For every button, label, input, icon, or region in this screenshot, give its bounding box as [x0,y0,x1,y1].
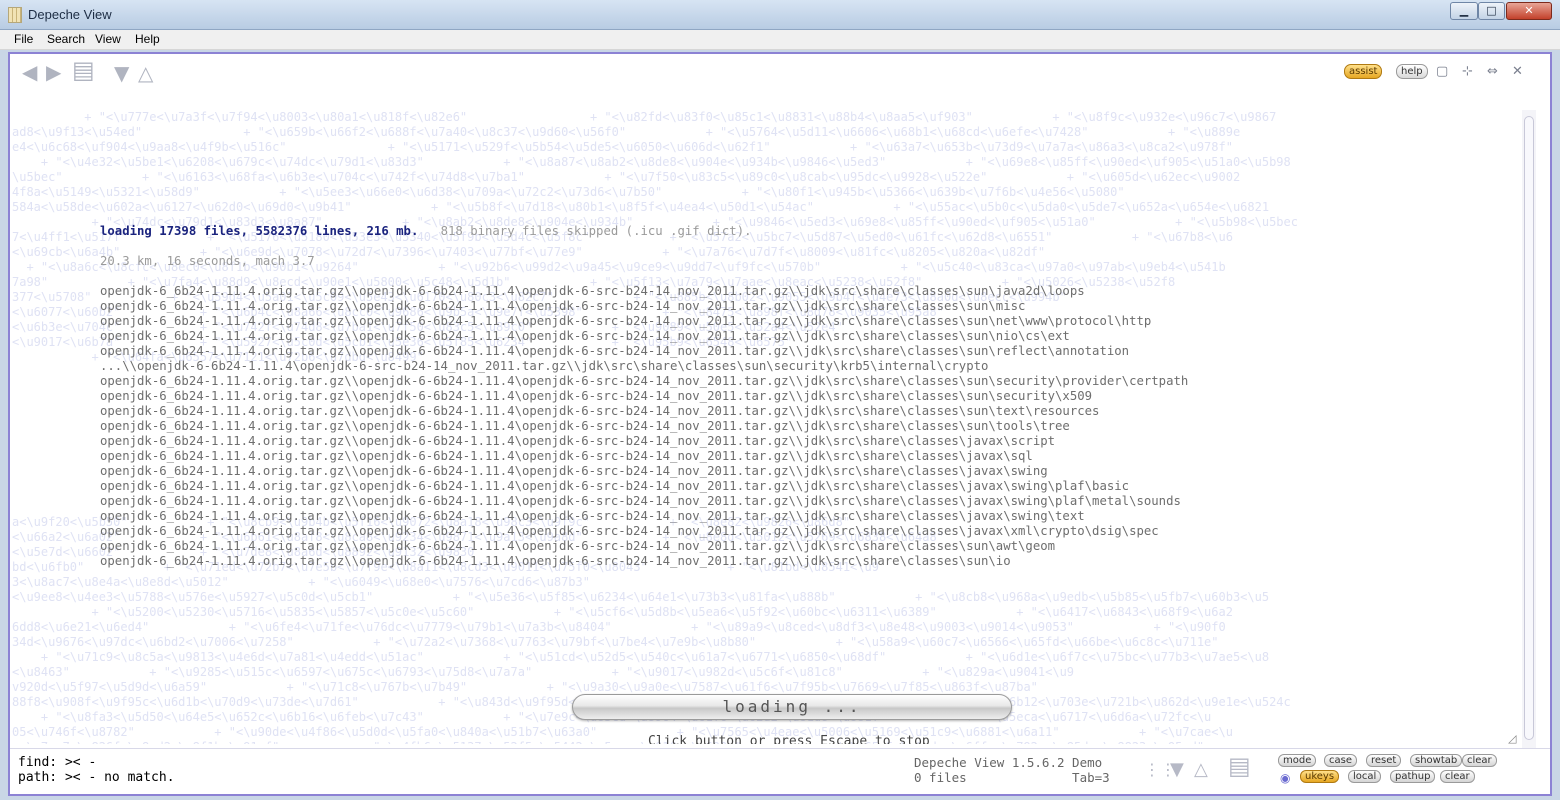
background-code-line: 34d<\u9676<\u97dc<\u6bd2<\u7006<\u7258" … [12,635,1219,649]
path-line[interactable]: ...\\openjdk-6-6b24-1.11.4\openjdk-6-src… [100,359,988,374]
path-line[interactable]: openjdk-6_6b24-1.11.4.orig.tar.gz\\openj… [100,509,1085,524]
minimize-button[interactable]: ▁ [1450,2,1478,20]
menu-help[interactable]: Help [135,32,160,46]
ukeys-button[interactable]: ukeys [1300,770,1340,783]
path-line[interactable]: openjdk-6_6b24-1.11.4.orig.tar.gz\\openj… [100,299,1025,314]
resize-grip-icon[interactable]: ◿ [1508,732,1522,745]
loading-summary: loading 17398 files, 5582376 lines, 216 … [100,224,419,238]
path-line[interactable]: openjdk-6_6b24-1.11.4.orig.tar.gz\\openj… [100,524,1159,539]
path-line[interactable]: openjdk-6_6b24-1.11.4.orig.tar.gz\\openj… [100,554,1011,569]
reset-button[interactable]: reset [1366,754,1402,767]
showtab-button[interactable]: showtab [1410,754,1463,767]
main-frame: ◀ ▶ ▤ ▼ △ assist help ▢ ⊹ ⇔ ✕ + "<\u777e… [8,52,1552,796]
background-code-line: <\u8463" + "<\u9285<\u515c<\u6597<\u675c… [12,665,1075,679]
background-code-line: v920d<\u5f97<\u5d9d<\u6a59" + "<\u71c8<\… [12,680,1038,694]
path-line[interactable]: openjdk-6_6b24-1.11.4.orig.tar.gz\\openj… [100,344,1129,359]
scroll-up-icon[interactable]: △ [138,63,153,83]
list-view-icon[interactable]: ▤ [1228,754,1251,778]
local-button[interactable]: local [1348,770,1382,783]
background-code-line: + "<\u5200<\u5230<\u5716<\u5835<\u5857<\… [12,605,1233,619]
background-code-line: 3<\u8ac7<\u8e4a<\u8e8d<\u5012" + "<\u604… [12,575,590,589]
back-arrow-icon[interactable]: ◀ [22,62,37,82]
menu-search[interactable]: Search [47,32,85,46]
mode-button[interactable]: mode [1278,754,1317,767]
chat-icon[interactable]: ◉ [1280,769,1290,787]
path-line[interactable]: openjdk-6_6b24-1.11.4.orig.tar.gz\\openj… [100,434,1055,449]
path-line[interactable]: openjdk-6_6b24-1.11.4.orig.tar.gz\\openj… [100,389,1092,404]
text-view[interactable]: + "<\u777e<\u7a3f<\u7f94<\u8003<\u80a1<\… [12,90,1522,744]
list-view-icon[interactable]: ▤ [72,58,95,82]
close-pane-icon[interactable]: ✕ [1512,64,1523,79]
find-field[interactable]: find: >< - [18,755,96,770]
title-bar: Depeche View ▁ □ ✕ [0,0,1560,30]
background-code-line: + "<\u4e32<\u5be1<\u6208<\u679c<\u74dc<\… [12,155,1291,169]
case-button[interactable]: case [1324,754,1357,767]
scroll-down-icon[interactable]: ▼ [1170,761,1184,779]
background-code-line: ad8<\u9f13<\u54ed" + "<\u659b<\u66f2<\u6… [12,125,1241,139]
background-code-line: 584a<\u58de<\u602a<\u6127<\u62d0<\u69d0<… [12,200,1270,214]
path-line[interactable]: openjdk-6_6b24-1.11.4.orig.tar.gz\\openj… [100,494,1181,509]
tab-setting: Tab=3 [1072,770,1110,785]
background-code-line: 6dd8<\u6e21<\u6ed4" + "<\u6fe4<\u71fe<\u… [12,620,1226,634]
assist-button[interactable]: assist [1344,64,1383,79]
version-label: Depeche View 1.5.6.2 Demo [914,755,1103,770]
path-line[interactable]: openjdk-6_6b24-1.11.4.orig.tar.gz\\openj… [100,404,1099,419]
path-field[interactable]: path: >< - no match. [18,770,175,785]
expand-icon[interactable]: ⊹ [1462,64,1473,79]
escape-hint: Click button or press Escape to stop [648,734,930,744]
loading-label: loading ... [722,697,862,716]
background-code-line: 05<\u746f<\u8782" + "<\u90de<\u4f86<\u5d… [12,725,1233,739]
stats-line: 20.3 km, 16 seconds, mach 3.7 [100,254,315,268]
window-title: Depeche View [28,7,112,22]
file-count: 0 files [914,770,967,785]
close-button[interactable]: ✕ [1506,2,1552,20]
pathup-button[interactable]: pathup [1390,770,1436,783]
path-line[interactable]: openjdk-6_6b24-1.11.4.orig.tar.gz\\openj… [100,539,1055,554]
menu-view[interactable]: View [95,32,121,46]
background-code-line: + "<\u777e<\u7a3f<\u7f94<\u8003<\u80a1<\… [12,110,1277,124]
menu-bar: File Search View Help [0,30,1560,50]
clear-button[interactable]: clear [1462,754,1497,767]
background-code-line: x<\u7ce7<\u826f<\u8ad2<\u8f1b<\u91cf" + … [12,740,1204,744]
clear-path-button[interactable]: clear [1440,770,1475,783]
background-code-line: <\u9ee8<\u4ee3<\u5788<\u576e<\u5927<\u5c… [12,590,1270,604]
vertical-scrollbar[interactable] [1522,110,1536,750]
path-line[interactable]: openjdk-6_6b24-1.11.4.orig.tar.gz\\openj… [100,314,1151,329]
loading-progress-button[interactable]: loading ... [572,694,1012,720]
help-button[interactable]: help [1396,64,1428,79]
scroll-down-icon[interactable]: ▼ [114,63,129,83]
path-line[interactable]: openjdk-6_6b24-1.11.4.orig.tar.gz\\openj… [100,419,1070,434]
background-code-line: e4<\u6c68<\uf904<\u9aa8<\u4f9b<\u516c" +… [12,140,1233,154]
window-mode-icon[interactable]: ▢ [1436,64,1448,79]
status-info: Depeche View 1.5.6.2 Demo 0 files Tab=3 [914,755,1110,785]
path-line[interactable]: openjdk-6_6b24-1.11.4.orig.tar.gz\\openj… [100,464,1048,479]
path-line[interactable]: openjdk-6_6b24-1.11.4.orig.tar.gz\\openj… [100,479,1129,494]
maximize-button[interactable]: □ [1478,2,1505,20]
forward-arrow-icon[interactable]: ▶ [46,62,61,82]
path-line[interactable]: openjdk-6_6b24-1.11.4.orig.tar.gz\\openj… [100,374,1188,389]
loading-summary-line: loading 17398 files, 5582376 lines, 216 … [100,224,752,239]
menu-file[interactable]: File [14,32,33,46]
background-code-line: + "<\u71c9<\u8c5a<\u9813<\u4e6d<\u7a81<\… [12,650,1270,664]
path-line[interactable]: openjdk-6_6b24-1.11.4.orig.tar.gz\\openj… [100,329,1070,344]
binary-skipped: 818 binary files skipped (.icu .gif dict… [440,224,752,238]
app-icon [8,7,22,23]
bottom-bar: find: >< - path: >< - no match. Depeche … [10,748,1550,794]
background-code-line: \u5bec" + "<\u6163<\u68fa<\u6b3e<\u704c<… [12,170,1241,184]
background-code-line: 4f8a<\u5149<\u5321<\u58d9" + "<\u5ee3<\u… [12,185,1125,199]
path-line[interactable]: openjdk-6_6b24-1.11.4.orig.tar.gz\\openj… [100,449,1033,464]
scroll-up-icon[interactable]: △ [1194,761,1208,779]
toolbar: ◀ ▶ ▤ ▼ △ assist help ▢ ⊹ ⇔ ✕ [10,54,1550,90]
path-line[interactable]: openjdk-6_6b24-1.11.4.orig.tar.gz\\openj… [100,284,1085,299]
scrollbar-thumb[interactable] [1524,116,1534,740]
swap-icon[interactable]: ⇔ [1487,64,1498,79]
